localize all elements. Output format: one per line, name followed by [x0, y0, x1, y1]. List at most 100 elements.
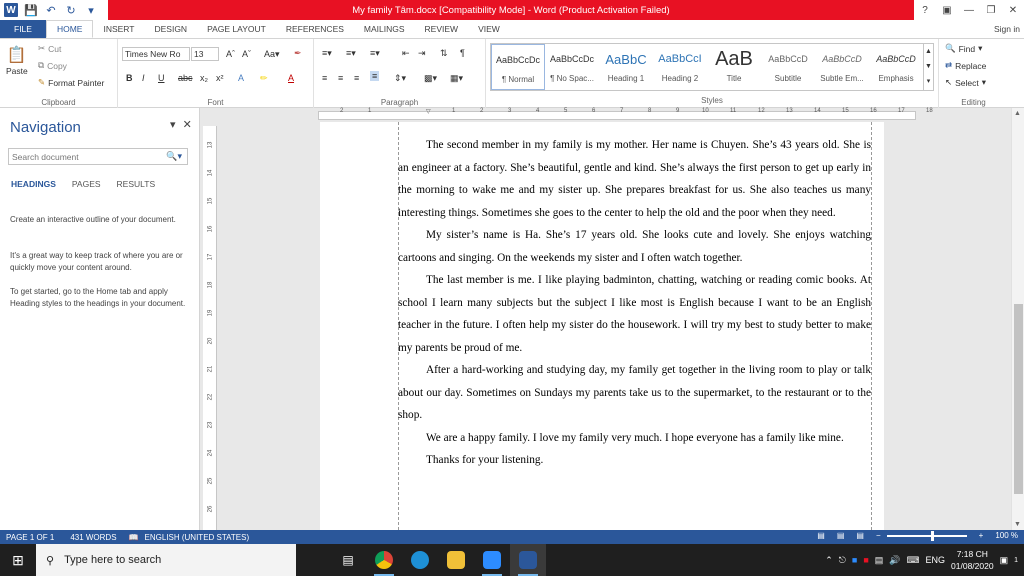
font-family-select[interactable]: Times New Ro [122, 47, 190, 61]
usb-icon[interactable]: ⎋ [839, 555, 846, 566]
paragraph-sister[interactable]: My sister’s name is Ha. She’s 17 years o… [398, 224, 871, 269]
undo-icon[interactable]: ↶ [44, 3, 58, 17]
pane-options-icon[interactable]: ▾ [170, 119, 176, 131]
show-hidden-icons-icon[interactable]: ⌃ [825, 555, 833, 566]
search-document-input[interactable]: Search document 🔍▾ [8, 148, 188, 165]
web-layout-icon[interactable]: ▤ [856, 531, 864, 540]
shading-icon[interactable]: ▩▾ [424, 73, 437, 84]
style-normal[interactable]: AaBbCcDc ¶ Normal [491, 44, 545, 90]
strikethrough-icon[interactable]: abc [178, 73, 193, 83]
zoom-slider[interactable] [886, 530, 967, 541]
pilcrow-icon[interactable]: ¶ [460, 48, 465, 58]
antivirus-icon[interactable]: ■ [863, 555, 868, 565]
borders-icon[interactable]: ▦▾ [450, 73, 463, 84]
search-icon[interactable]: 🔍▾ [166, 151, 182, 162]
word-count[interactable]: 431 WORDS [70, 533, 116, 542]
taskbar-search-input[interactable]: ⚲ Type here to search [36, 544, 296, 576]
customize-qat-icon[interactable]: ▾ [84, 3, 98, 17]
restore-icon[interactable]: ❐ [980, 5, 1002, 16]
paragraph-evening[interactable]: After a hard-working and studying day, m… [398, 359, 871, 427]
clock[interactable]: 7:18 CH 01/08/2020 [951, 548, 994, 572]
replace-button[interactable]: ⇄ Replace [945, 60, 986, 71]
tab-file[interactable]: FILE [0, 20, 46, 38]
copy-button[interactable]: ⧉ Copy [38, 60, 67, 71]
paragraph-happy[interactable]: We are a happy family. I love my family … [398, 427, 871, 450]
align-left-icon[interactable]: ≡ [322, 73, 327, 83]
italic-icon[interactable]: I [142, 73, 145, 83]
shrink-font-icon[interactable]: Aˇ [242, 49, 251, 59]
zoom-level[interactable]: 100 % [995, 531, 1018, 540]
tab-view[interactable]: VIEW [468, 20, 510, 38]
paragraph-mother[interactable]: The second member in my family is my mot… [398, 134, 871, 224]
chrome-icon[interactable] [366, 544, 402, 576]
scroll-down-icon[interactable]: ▼ [1014, 521, 1021, 528]
horizontal-ruler[interactable]: 2 1 ▽ 1 2 3 4 5 6 7 8 9 10 11 12 13 14 1… [200, 108, 1011, 122]
subscript-icon[interactable]: x₂ [200, 73, 208, 83]
find-button[interactable]: 🔍 Find ▾ [945, 43, 982, 54]
style-subtitle[interactable]: AaBbCcD Subtitle [761, 44, 815, 90]
tab-pages[interactable]: PAGES [72, 179, 101, 189]
justify-icon[interactable]: ≡ [370, 71, 380, 81]
tab-headings[interactable]: HEADINGS [11, 179, 56, 189]
font-color-icon[interactable]: A [288, 73, 294, 83]
font-size-select[interactable]: 13 [191, 47, 219, 61]
increase-indent-icon[interactable]: ⇥ [418, 48, 426, 59]
align-center-icon[interactable]: ≡ [338, 73, 343, 83]
close-pane-icon[interactable]: ✕ [183, 119, 192, 131]
edge-icon[interactable] [402, 544, 438, 576]
zoom-out-icon[interactable]: − [876, 531, 881, 540]
grow-font-icon[interactable]: Aˆ [226, 49, 235, 59]
keyboard-icon[interactable]: ⌨ [907, 555, 920, 566]
tab-page-layout[interactable]: PAGE LAYOUT [197, 20, 276, 38]
select-button[interactable]: ↖ Select ▾ [945, 77, 986, 88]
indent-marker[interactable]: ▽ [426, 108, 431, 115]
document-body[interactable]: The second member in my family is my mot… [398, 134, 871, 472]
tab-home[interactable]: HOME [45, 20, 94, 38]
print-layout-icon[interactable]: ▤ [837, 531, 845, 540]
proofing-icon[interactable]: 📖 [129, 533, 139, 542]
cut-button[interactable]: ✂ Cut [38, 43, 61, 54]
zoom-slider-knob[interactable] [930, 530, 934, 541]
word-app-icon[interactable] [510, 544, 546, 576]
zoom-in-icon[interactable]: + [979, 531, 984, 540]
decrease-indent-icon[interactable]: ⇤ [402, 48, 410, 59]
align-right-icon[interactable]: ≡ [354, 73, 359, 83]
document-page[interactable]: The second member in my family is my mot… [320, 122, 884, 530]
network-icon[interactable]: ▤ [875, 555, 884, 566]
tab-results[interactable]: RESULTS [117, 179, 156, 189]
paragraph-thanks[interactable]: Thanks for your listening. [398, 449, 871, 472]
language-indicator[interactable]: ENGLISH (UNITED STATES) [145, 533, 250, 542]
zoom-app-icon[interactable] [474, 544, 510, 576]
styles-scroll[interactable]: ▲ ▼ ▾ [923, 44, 933, 90]
vertical-scrollbar[interactable]: ▲ ▼ [1011, 108, 1024, 530]
line-spacing-icon[interactable]: ⇕▾ [394, 73, 406, 84]
clear-formatting-icon[interactable]: ✒ [294, 48, 302, 59]
style-no-spacing[interactable]: AaBbCcDc ¶ No Spac... [545, 44, 599, 90]
scroll-up-icon[interactable]: ▲ [1014, 110, 1021, 117]
style-heading-1[interactable]: AaBbC Heading 1 [599, 44, 653, 90]
style-emphasis[interactable]: AaBbCcD Emphasis [869, 44, 923, 90]
text-effects-icon[interactable]: A [238, 73, 244, 83]
minimize-icon[interactable]: — [958, 5, 980, 16]
close-icon[interactable]: ✕ [1002, 5, 1024, 16]
notifications-icon[interactable]: ▣ [1000, 555, 1009, 566]
tab-review[interactable]: REVIEW [415, 20, 469, 38]
task-view-icon[interactable]: ▤ [330, 544, 366, 576]
tab-references[interactable]: REFERENCES [276, 20, 354, 38]
bold-icon[interactable]: B [126, 73, 133, 83]
zoom-tray-icon[interactable]: ■ [852, 555, 857, 565]
ribbon-display-icon[interactable]: ▣ [936, 5, 958, 16]
sign-in-link[interactable]: Sign in [994, 20, 1024, 38]
multilevel-list-icon[interactable]: ≡▾ [370, 48, 380, 59]
sort-icon[interactable]: ⇅ [440, 48, 448, 59]
highlight-icon[interactable]: ✏ [260, 73, 268, 84]
windows-start-icon[interactable]: ⊞ [0, 544, 36, 576]
paste-button[interactable]: 📋 Paste [6, 45, 28, 76]
help-icon[interactable]: ? [914, 5, 936, 16]
style-subtle-emphasis[interactable]: AaBbCcD Subtle Em... [815, 44, 869, 90]
numbering-icon[interactable]: ≡▾ [346, 48, 356, 59]
tab-design[interactable]: DESIGN [144, 20, 197, 38]
scroll-thumb[interactable] [1014, 304, 1023, 494]
style-title[interactable]: AaB Title [707, 44, 761, 90]
page-count[interactable]: PAGE 1 OF 1 [6, 533, 54, 542]
